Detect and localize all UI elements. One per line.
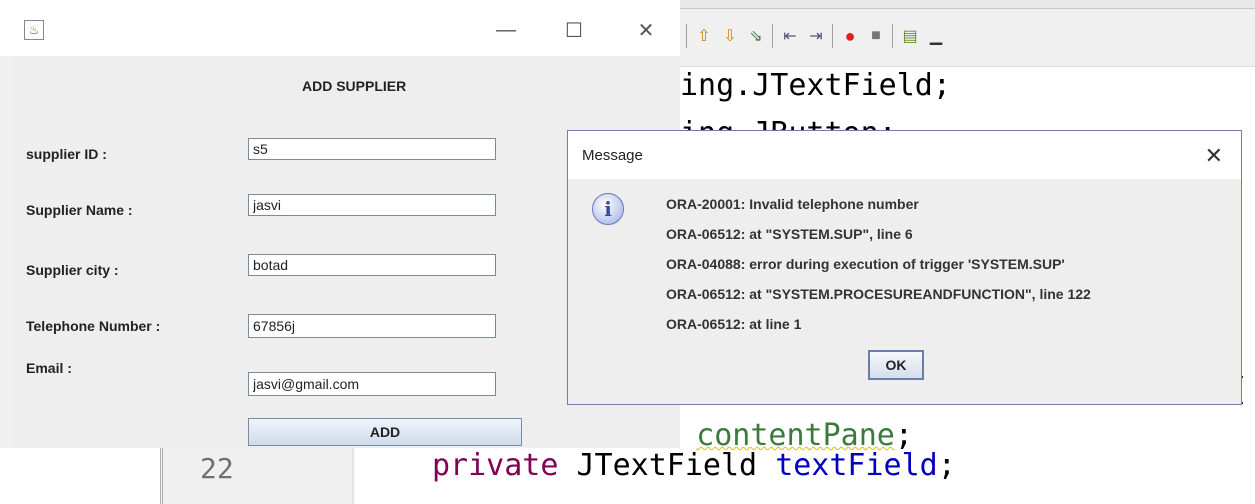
up-arrow-icon[interactable]: ⇧ [694, 26, 714, 46]
supplier-id-label: supplier ID : [26, 146, 107, 162]
message-dialog: Message ✕ i ORA-20001: Invalid telephone… [567, 130, 1242, 405]
line-number: 22 [200, 452, 234, 485]
error-line: ORA-06512: at "SYSTEM.SUP", line 6 [666, 226, 913, 242]
ide-top-strip [680, 0, 1255, 9]
gutter-divider [352, 448, 353, 504]
add-button[interactable]: ADD [248, 418, 522, 446]
line-number-gutter [160, 448, 355, 504]
minimize-button[interactable]: — [486, 16, 526, 44]
error-line: ORA-06512: at "SYSTEM.PROCESUREANDFUNCTI… [666, 286, 1091, 302]
form-heading: ADD SUPPLIER [302, 78, 407, 94]
supplier-name-label: Supplier Name : [26, 202, 133, 218]
dialog-title: Message [582, 147, 643, 164]
supplier-city-input[interactable] [248, 254, 496, 276]
chart-icon[interactable]: ▤ [900, 26, 920, 46]
record-icon[interactable]: ● [840, 26, 860, 46]
error-line: ORA-20001: Invalid telephone number [666, 196, 919, 212]
error-line: ORA-06512: at line 1 [666, 316, 802, 332]
error-line: ORA-04088: error during execution of tri… [666, 256, 1065, 272]
code-keyword: private [432, 448, 559, 483]
code-type: JTextField [558, 448, 776, 483]
bar-icon[interactable]: ▁ [926, 26, 946, 46]
ide-toolbar: ⇧ ⇩ ⇘ ⇤ ⇥ ● ■ ▤ ▁ [680, 0, 1255, 67]
email-label: Email : [26, 360, 72, 376]
down-arrow-icon[interactable]: ⇩ [720, 26, 740, 46]
code-line-textfield: private JTextField textField; [432, 448, 956, 483]
code-field: textField [775, 448, 938, 483]
email-input[interactable] [248, 372, 496, 396]
window-titlebar: ♨ — ☐ ✕ [0, 0, 680, 56]
toolbar-separator [686, 24, 687, 48]
telephone-input[interactable] [248, 314, 496, 338]
toolbar-separator [832, 24, 833, 48]
ok-button[interactable]: OK [868, 350, 924, 380]
stop-icon[interactable]: ■ [866, 26, 886, 46]
close-button[interactable]: ✕ [626, 16, 666, 44]
shift-right-icon[interactable]: ⇥ [806, 26, 826, 46]
toolbar-separator [772, 24, 773, 48]
page-icon[interactable]: ⇘ [746, 26, 766, 46]
supplier-id-input[interactable] [248, 138, 496, 160]
telephone-label: Telephone Number : [26, 318, 161, 334]
info-icon: i [592, 193, 624, 225]
dialog-titlebar: Message ✕ [568, 131, 1241, 179]
code-line-import-textfield: ing.JTextField; [680, 68, 951, 103]
java-app-icon: ♨ [24, 20, 44, 40]
supplier-name-input[interactable] [248, 194, 496, 216]
supplier-city-label: Supplier city : [26, 262, 119, 278]
toolbar-separator [892, 24, 893, 48]
shift-left-icon[interactable]: ⇤ [780, 26, 800, 46]
maximize-button[interactable]: ☐ [554, 16, 594, 44]
code-text: ; [937, 448, 956, 483]
dialog-close-button[interactable]: ✕ [1205, 143, 1223, 169]
